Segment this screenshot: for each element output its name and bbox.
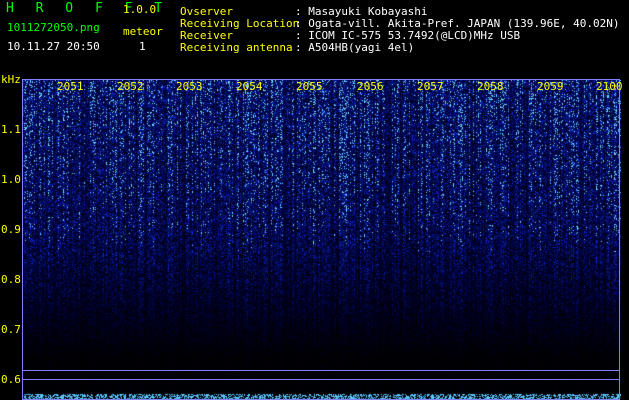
- y-axis-unit: kHz: [1, 73, 21, 86]
- x-tick-label: 2053: [176, 80, 203, 93]
- info-label-antenna: Receiving antenna: [180, 41, 293, 54]
- y-tick-label: 0.9: [1, 223, 21, 236]
- y-tick-label: 0.8: [1, 273, 21, 286]
- x-tick-label: 2057: [417, 80, 444, 93]
- x-tick-label: 2052: [117, 80, 144, 93]
- meteor-label: meteor: [123, 25, 163, 38]
- x-tick-label: 2100: [596, 80, 623, 93]
- datetime: 10.11.27 20:50: [7, 40, 100, 53]
- app-version: 1.0.0: [123, 3, 157, 16]
- info-value-antenna: : A504HB(yagi 4el): [295, 41, 415, 54]
- x-tick-label: 2051: [57, 80, 84, 93]
- y-tick-label: 1.0: [1, 173, 21, 186]
- spectrogram-canvas: [22, 80, 621, 400]
- y-tick-label: 0.6: [1, 373, 21, 386]
- y-tick-label: 0.7: [1, 323, 21, 336]
- file-name: 1011272050.png: [7, 21, 100, 34]
- x-tick-label: 2059: [537, 80, 564, 93]
- meteor-count: 1: [139, 40, 146, 53]
- x-tick-label: 2054: [236, 80, 263, 93]
- marker-line: [22, 379, 620, 380]
- marker-line: [22, 370, 620, 371]
- x-tick-label: 2055: [296, 80, 323, 93]
- y-tick-label: 1.1: [1, 123, 21, 136]
- x-tick-label: 2056: [357, 80, 384, 93]
- x-tick-label: 2058: [477, 80, 504, 93]
